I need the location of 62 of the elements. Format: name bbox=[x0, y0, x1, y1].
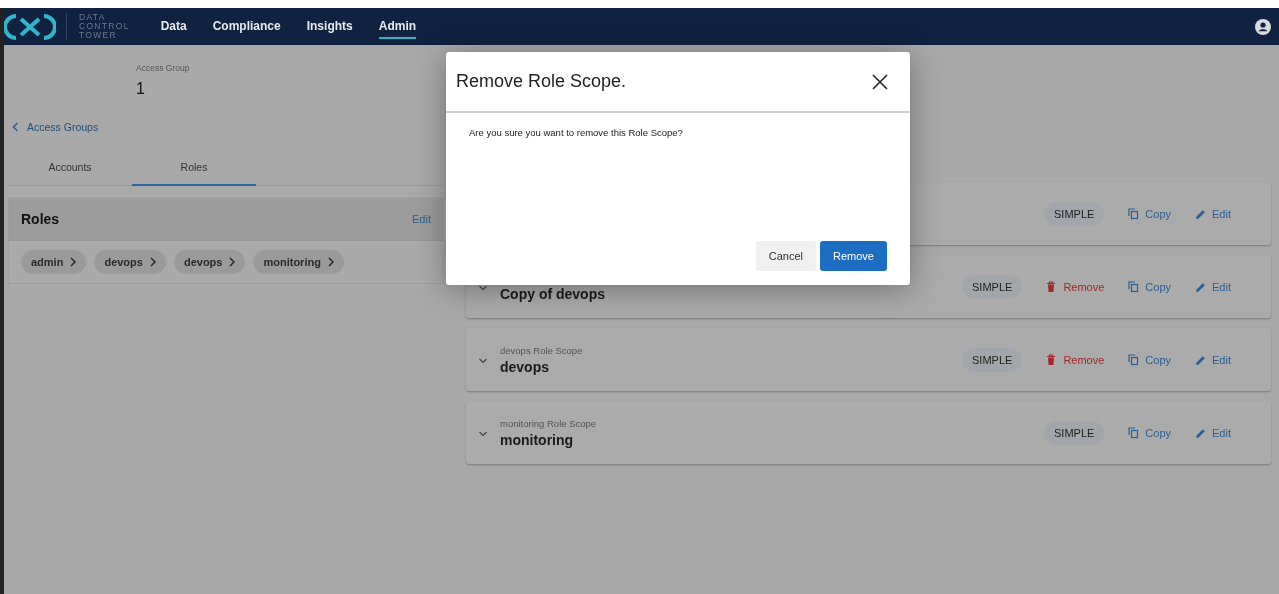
panel-title: Roles bbox=[21, 211, 60, 227]
type-badge: SIMPLE bbox=[962, 347, 1023, 372]
trash-icon bbox=[1046, 353, 1058, 366]
nav-item[interactable]: Admin bbox=[378, 14, 417, 39]
cancel-button[interactable]: Cancel bbox=[755, 241, 817, 271]
group-label: Access Group bbox=[136, 63, 190, 73]
pencil-icon bbox=[1195, 353, 1207, 366]
copy-icon bbox=[1128, 426, 1140, 439]
role-chip[interactable]: admin bbox=[21, 250, 87, 274]
scope-subtitle: monitoring Role Scope bbox=[500, 417, 597, 429]
chevron-right-icon bbox=[70, 257, 77, 267]
copy-icon bbox=[1128, 353, 1140, 366]
logo-icon bbox=[4, 11, 56, 42]
trash-icon bbox=[1046, 280, 1058, 293]
close-button[interactable] bbox=[872, 73, 888, 90]
remove-button[interactable]: Remove bbox=[1046, 351, 1105, 368]
edit-button[interactable]: Edit bbox=[1195, 205, 1231, 222]
copy-icon bbox=[1128, 207, 1140, 220]
account-icon bbox=[1255, 18, 1271, 35]
edit-button[interactable]: Edit bbox=[1195, 351, 1231, 368]
nav-item[interactable]: Compliance bbox=[212, 14, 281, 39]
group-value: 1 bbox=[136, 80, 146, 98]
close-icon bbox=[872, 73, 888, 90]
tab[interactable]: Accounts bbox=[8, 149, 132, 186]
role-chip[interactable]: devops bbox=[94, 250, 166, 274]
chevron-down-icon bbox=[478, 284, 488, 291]
edit-button[interactable]: Edit bbox=[1195, 278, 1231, 295]
scope-title: monitoring bbox=[500, 431, 575, 448]
type-badge: SIMPLE bbox=[962, 274, 1023, 299]
copy-button[interactable]: Copy bbox=[1128, 351, 1172, 368]
scope-title: devops bbox=[500, 358, 550, 375]
scope-title: Copy of devops bbox=[500, 285, 605, 302]
pencil-icon bbox=[1195, 426, 1207, 439]
dialog-message: Are you sure you want to remove this Role Scope? bbox=[469, 127, 684, 138]
back-link[interactable]: Access Groups bbox=[8, 121, 132, 133]
chevron-right-icon bbox=[229, 257, 236, 267]
chevron-down-icon bbox=[478, 357, 488, 364]
chevron-down-icon bbox=[478, 430, 488, 437]
role-chip[interactable]: devops bbox=[173, 250, 246, 274]
type-badge: SIMPLE bbox=[1044, 201, 1105, 226]
logo-text: DATA bbox=[79, 13, 107, 22]
dialog-title: Remove Role Scope. bbox=[456, 71, 627, 92]
chevron-left-icon bbox=[12, 122, 19, 132]
pencil-icon bbox=[1195, 207, 1207, 220]
role-chip[interactable]: monitoring bbox=[253, 250, 344, 274]
scope-subtitle: devops Role Scope bbox=[500, 344, 583, 356]
copy-button[interactable]: Copy bbox=[1128, 278, 1172, 295]
type-badge: SIMPLE bbox=[1044, 420, 1105, 445]
nav-item[interactable]: Data bbox=[160, 14, 187, 39]
copy-button[interactable]: Copy bbox=[1128, 205, 1172, 222]
copy-icon bbox=[1128, 280, 1140, 293]
edit-button[interactable]: Edit bbox=[1195, 424, 1231, 441]
logo-text: CONTROL bbox=[79, 22, 130, 31]
chevron-right-icon bbox=[149, 257, 156, 267]
nav-item[interactable]: Insights bbox=[306, 14, 353, 39]
remove-button[interactable]: Remove bbox=[1046, 278, 1105, 295]
tab[interactable]: Roles bbox=[132, 149, 256, 186]
chevron-right-icon bbox=[327, 257, 334, 267]
remove-button[interactable]: Remove bbox=[820, 241, 887, 271]
copy-button[interactable]: Copy bbox=[1128, 424, 1172, 441]
pencil-icon bbox=[1195, 280, 1207, 293]
logo-text: TOWER bbox=[79, 31, 118, 40]
